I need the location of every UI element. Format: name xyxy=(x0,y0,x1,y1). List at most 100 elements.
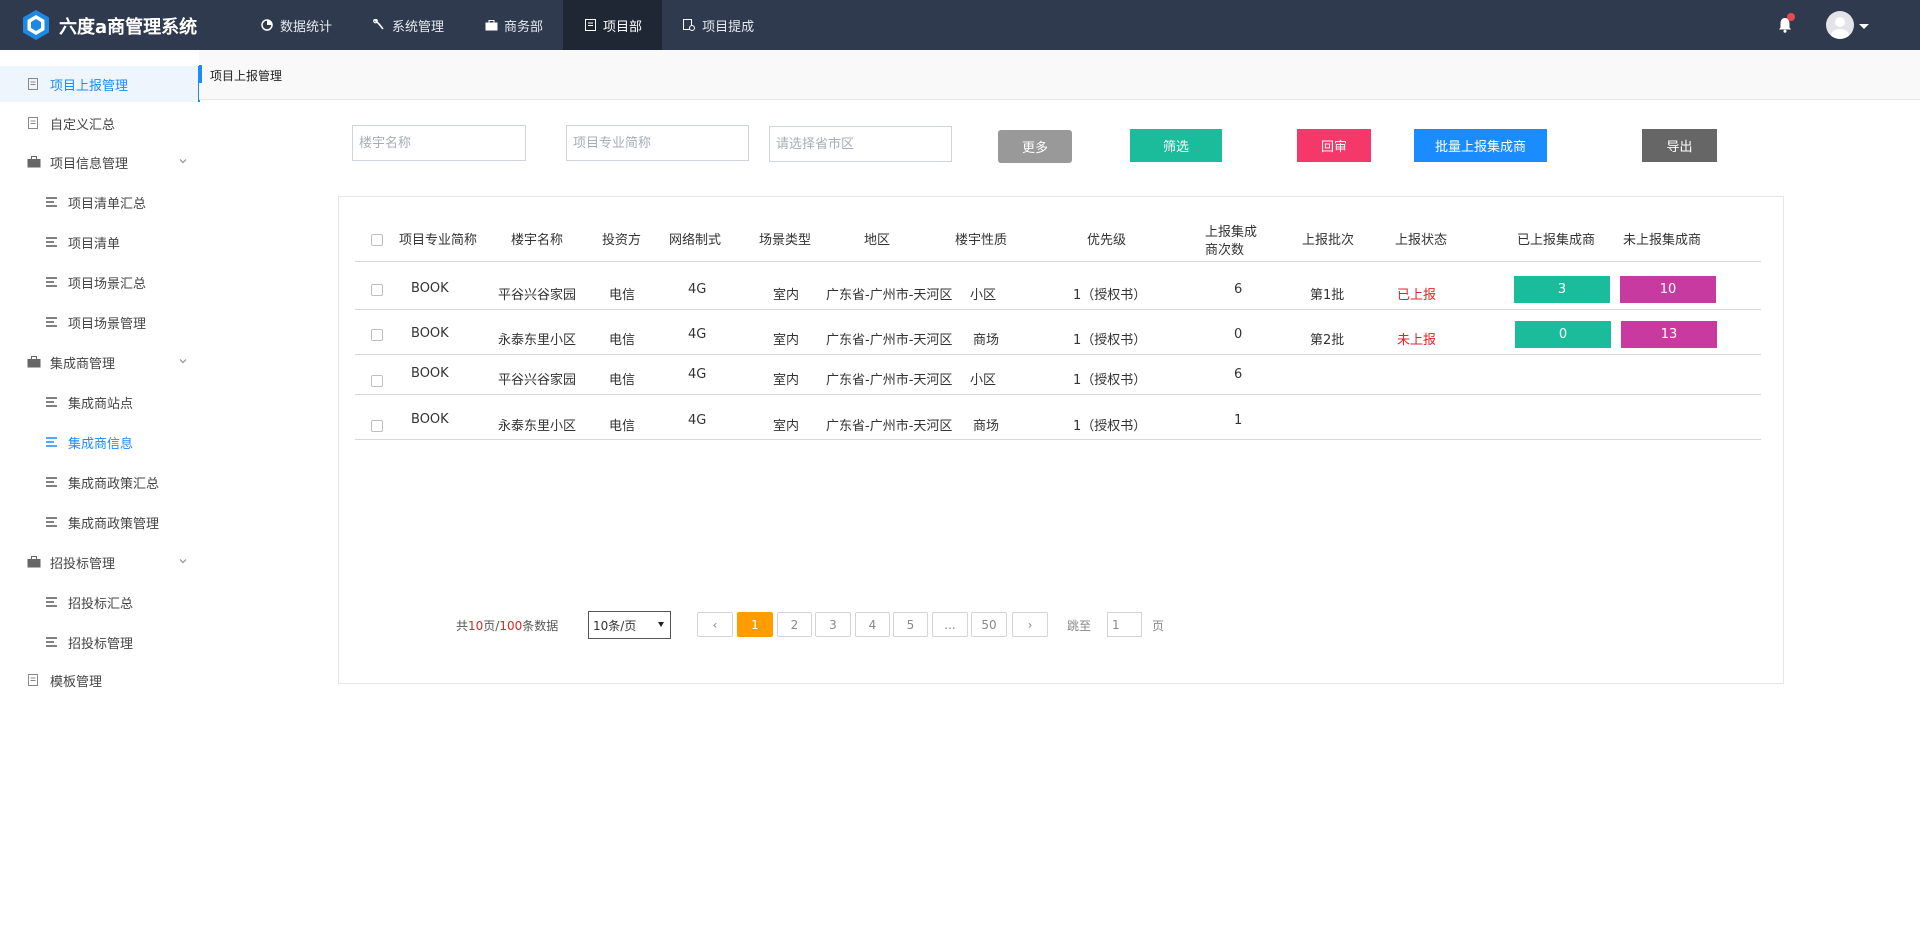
sidebar-item-policy-summary[interactable]: 集成商政策汇总 xyxy=(0,464,200,500)
sidebar-item-label: 项目上报管理 xyxy=(50,78,129,94)
nav-project-commission[interactable]: 项目提成 xyxy=(662,0,774,50)
row-divider xyxy=(355,354,1761,355)
cell-priority: 1（授权书） xyxy=(1073,288,1147,303)
cell-nature: 小区 xyxy=(970,373,997,388)
total-suffix: 条数据 xyxy=(522,619,559,633)
select-all-checkbox[interactable] xyxy=(371,234,383,246)
report-icon xyxy=(26,672,42,688)
sidebar-item-project-list-summary[interactable]: 项目清单汇总 xyxy=(0,184,200,220)
nav-label: 系统管理 xyxy=(392,19,445,35)
col-header-count-line2: 商次数 xyxy=(1205,243,1245,258)
chevron-down-icon[interactable] xyxy=(1859,24,1869,29)
row-checkbox[interactable] xyxy=(371,329,383,341)
avatar[interactable] xyxy=(1826,11,1854,39)
col-header-reported: 已上报集成商 xyxy=(1517,233,1596,248)
sidebar-item-label: 集成商信息 xyxy=(68,436,134,452)
app-logo-icon xyxy=(23,10,49,40)
sidebar-item-label: 模板管理 xyxy=(50,674,103,690)
sidebar-group-bidding[interactable]: 招投标管理 xyxy=(0,544,200,580)
page-unit-label: 页 xyxy=(1152,619,1165,633)
briefcase-icon xyxy=(484,18,498,32)
reported-count-badge[interactable]: 0 xyxy=(1515,321,1611,348)
col-header-investor: 投资方 xyxy=(602,233,642,248)
sidebar-group-project-info[interactable]: 项目信息管理 xyxy=(0,144,200,180)
cell-region: 广东省-广州市-天河区 xyxy=(826,333,953,348)
col-header-network: 网络制式 xyxy=(669,233,722,248)
sidebar-item-label: 项目场景管理 xyxy=(68,316,147,332)
page-button[interactable]: 1 xyxy=(737,612,773,637)
main-nav: 数据统计 系统管理 商务部 项目部 项目提成 xyxy=(240,0,774,50)
pagination-total: 共10页/100条数据 xyxy=(456,617,558,634)
page-button[interactable]: 2 xyxy=(777,612,812,637)
row-checkbox[interactable] xyxy=(371,284,383,296)
sidebar-item-custom-summary[interactable]: 自定义汇总 xyxy=(0,105,200,141)
batch-report-button[interactable]: 批量上报集成商 xyxy=(1414,129,1547,162)
chevron-down-icon xyxy=(179,359,187,364)
cell-region: 广东省-广州市-天河区 xyxy=(826,288,953,303)
page-button[interactable]: 3 xyxy=(815,612,851,637)
col-header-region: 地区 xyxy=(864,233,891,248)
sidebar-item-bidding-summary[interactable]: 招投标汇总 xyxy=(0,584,200,620)
page-button[interactable]: 5 xyxy=(893,612,928,637)
nav-data-stats[interactable]: 数据统计 xyxy=(240,0,352,50)
notification-dot xyxy=(1787,13,1795,21)
list-icon xyxy=(44,274,60,290)
nav-project-dept[interactable]: 项目部 xyxy=(563,0,663,50)
briefcase-icon xyxy=(26,354,42,370)
col-header-building: 楼宇名称 xyxy=(511,233,564,248)
row-divider xyxy=(355,439,1761,440)
cell-count: 1 xyxy=(1234,413,1243,428)
page-button[interactable]: 4 xyxy=(855,612,890,637)
row-checkbox[interactable] xyxy=(371,420,383,432)
page-button[interactable]: 50 xyxy=(971,612,1007,637)
cell-scene: 室内 xyxy=(773,333,800,348)
project-abbr-input[interactable] xyxy=(566,125,749,161)
prev-page-button[interactable]: ‹ xyxy=(697,612,733,637)
sidebar-item-label: 项目场景汇总 xyxy=(68,276,147,292)
breadcrumb-tab[interactable]: 项目上报管理 xyxy=(210,67,282,84)
row-checkbox[interactable] xyxy=(371,375,383,387)
more-button[interactable]: 更多 xyxy=(998,130,1072,163)
sidebar-group-integrator[interactable]: 集成商管理 xyxy=(0,344,200,380)
cell-investor: 电信 xyxy=(609,419,636,434)
cell-count: 6 xyxy=(1234,367,1243,382)
sidebar-item-policy-mgmt[interactable]: 集成商政策管理 xyxy=(0,504,200,540)
review-button[interactable]: 回审 xyxy=(1297,129,1371,162)
breadcrumb: 项目上报管理 xyxy=(199,50,1920,100)
reported-count-badge[interactable]: 3 xyxy=(1514,276,1610,303)
briefcase-icon xyxy=(26,154,42,170)
col-header-abbr: 项目专业简称 xyxy=(399,233,478,248)
next-page-button[interactable]: › xyxy=(1012,612,1048,637)
export-button[interactable]: 导出 xyxy=(1642,129,1717,162)
nav-label: 项目提成 xyxy=(702,19,755,35)
col-header-scene: 场景类型 xyxy=(759,233,812,248)
cell-scene: 室内 xyxy=(773,373,800,388)
sidebar-item-scene-summary[interactable]: 项目场景汇总 xyxy=(0,264,200,300)
region-select[interactable] xyxy=(769,126,952,162)
sidebar-item-integrator-site[interactable]: 集成商站点 xyxy=(0,384,200,420)
nav-system-mgmt[interactable]: 系统管理 xyxy=(352,0,464,50)
sidebar: 项目上报管理 自定义汇总 项目信息管理 项目清单汇总 项目清单 项目场景汇总 项… xyxy=(0,50,200,938)
list-icon xyxy=(44,394,60,410)
page-size-select[interactable]: 10条/页 xyxy=(588,611,671,639)
total-pages: 10 xyxy=(468,619,484,633)
cell-priority: 1（授权书） xyxy=(1073,419,1147,434)
row-divider xyxy=(355,394,1761,395)
sidebar-item-scene-mgmt[interactable]: 项目场景管理 xyxy=(0,304,200,340)
unreported-count-badge[interactable]: 10 xyxy=(1620,276,1716,303)
col-header-priority: 优先级 xyxy=(1087,233,1127,248)
col-header-nature: 楼宇性质 xyxy=(955,233,1008,248)
sidebar-item-project-report[interactable]: 项目上报管理 xyxy=(0,66,200,102)
nav-business-dept[interactable]: 商务部 xyxy=(464,0,563,50)
sidebar-item-integrator-info[interactable]: 集成商信息 xyxy=(0,424,200,460)
caret-down-icon xyxy=(658,622,664,627)
cell-count: 0 xyxy=(1234,327,1243,342)
sidebar-item-project-list[interactable]: 项目清单 xyxy=(0,224,200,260)
sidebar-item-template-mgmt[interactable]: 模板管理 xyxy=(0,662,200,698)
unreported-count-badge[interactable]: 13 xyxy=(1621,321,1717,348)
jump-page-input[interactable] xyxy=(1107,612,1142,637)
building-name-input[interactable] xyxy=(352,125,526,161)
sidebar-item-bidding-mgmt[interactable]: 招投标管理 xyxy=(0,624,200,660)
row-divider xyxy=(355,309,1761,310)
filter-button[interactable]: 筛选 xyxy=(1130,129,1222,162)
